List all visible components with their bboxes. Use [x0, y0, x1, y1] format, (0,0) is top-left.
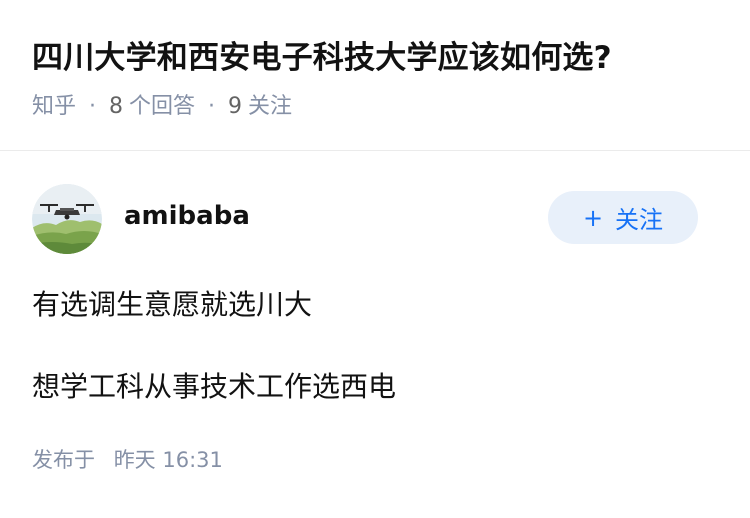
avatar[interactable]: [32, 184, 102, 254]
follower-count: 9: [228, 94, 243, 119]
author-row: amibaba + 关注: [32, 183, 718, 255]
answer-count-label[interactable]: 个回答: [129, 92, 195, 122]
published-timestamp: 昨天 16:31: [113, 448, 223, 472]
zhihu-answer-page: 四川大学和西安电子科技大学应该如何选? 知乎 · 8 个回答 · 9 关注 am…: [0, 0, 750, 518]
published-time[interactable]: 发布于 昨天 16:31: [32, 444, 718, 474]
meta-separator: ·: [89, 94, 97, 119]
plus-icon: +: [582, 203, 604, 232]
published-label: 发布于: [32, 448, 95, 472]
follow-button-label: 关注: [615, 206, 664, 234]
meta-separator: ·: [208, 94, 216, 119]
question-meta: 知乎 · 8 个回答 · 9 关注: [32, 92, 718, 122]
answer-paragraph: 想学工科从事技术工作选西电: [32, 370, 397, 403]
follow-button[interactable]: + 关注: [548, 191, 698, 244]
answer-count: 8: [109, 94, 124, 119]
author-name[interactable]: amibaba: [124, 201, 250, 231]
source-label[interactable]: 知乎: [32, 92, 76, 122]
answer-content: 有选调生意愿就选川大 想学工科从事技术工作选西电: [32, 285, 718, 407]
question-header: 四川大学和西安电子科技大学应该如何选? 知乎 · 8 个回答 · 9 关注: [0, 0, 750, 151]
answer-paragraph: 有选调生意愿就选川大: [32, 288, 313, 321]
question-title[interactable]: 四川大学和西安电子科技大学应该如何选?: [32, 36, 718, 80]
follower-count-label[interactable]: 关注: [248, 92, 292, 122]
answer-card: amibaba + 关注 有选调生意愿就选川大 想学工科从事技术工作选西电 发布…: [0, 183, 750, 474]
